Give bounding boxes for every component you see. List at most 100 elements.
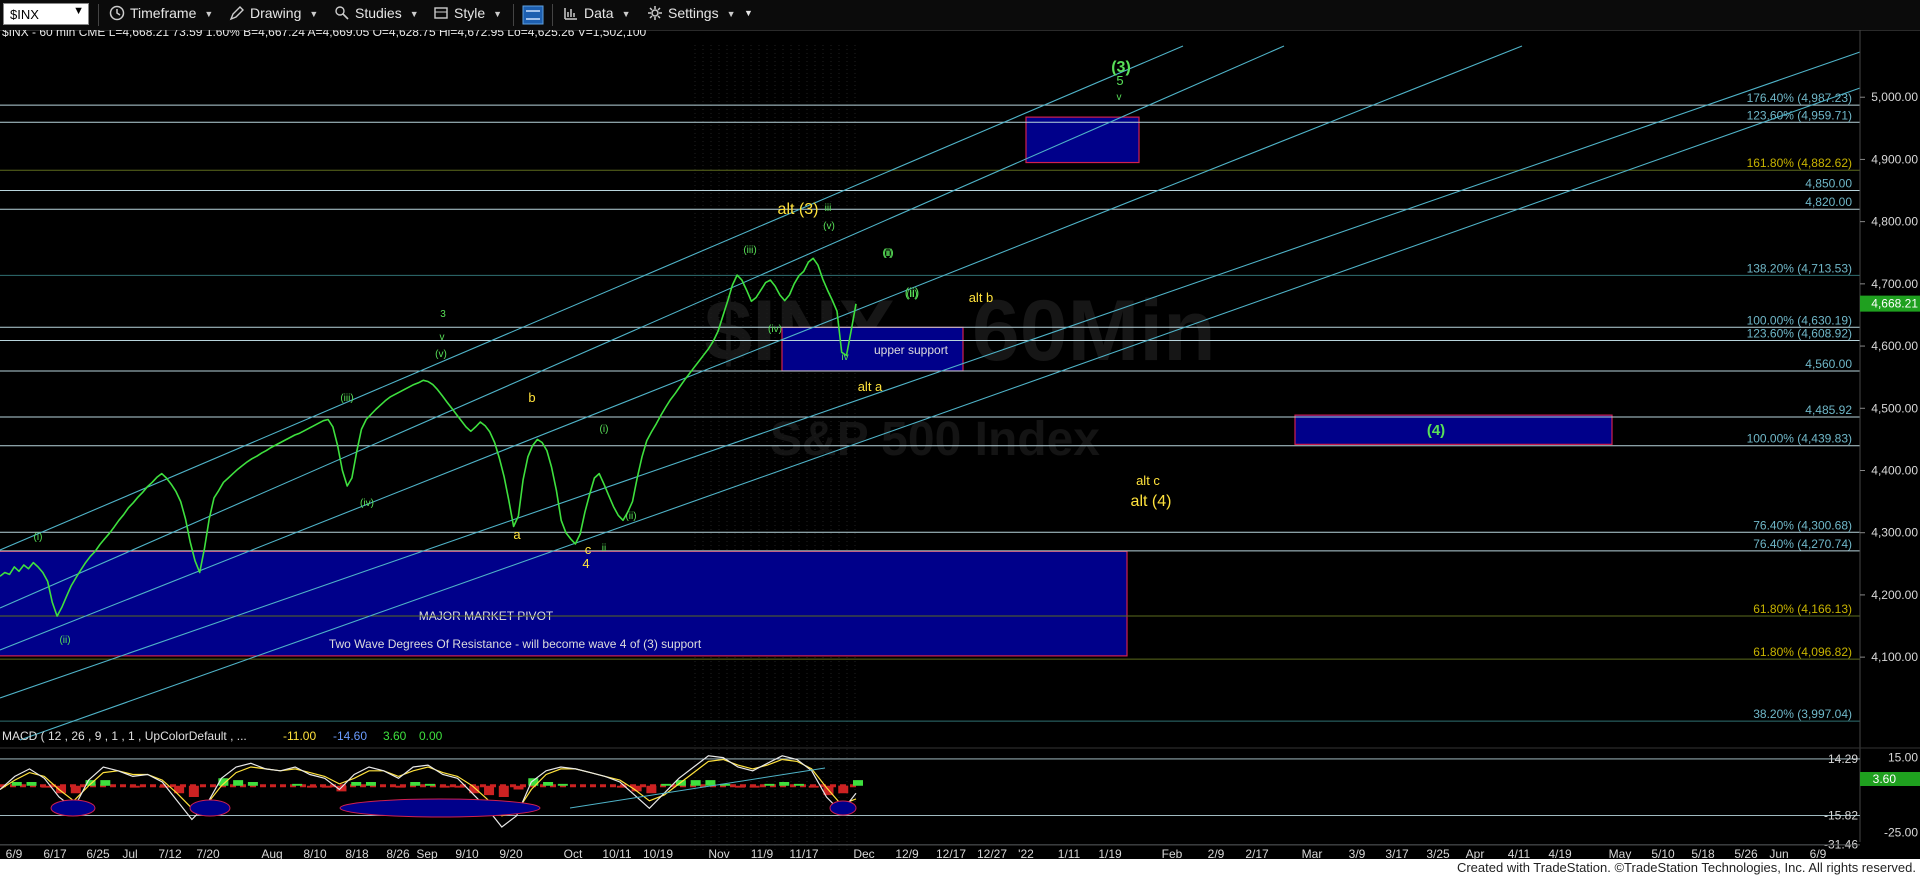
macd-histogram-bar-52: [764, 783, 775, 786]
time-axis-tick-19: Dec: [853, 847, 874, 859]
level-label-2: 161.80% (4,882.62): [1747, 156, 1852, 170]
wave-label-green-18: (ii): [625, 511, 636, 522]
time-axis-tick-36: May: [1609, 847, 1632, 859]
studies-menu[interactable]: Studies ▼: [333, 5, 419, 25]
data-menu[interactable]: Data ▼: [562, 5, 631, 25]
toolbar-separator: [552, 4, 553, 26]
wave-label-green-20: (ii): [882, 248, 893, 259]
time-axis-tick-40: Jun: [1769, 847, 1788, 859]
time-axis-tick-20: 12/9: [895, 847, 919, 859]
macd-histogram-bar-30: [439, 785, 450, 788]
level-label-3: 4,850.00: [1805, 177, 1852, 191]
price-axis-tick-1: 4,900.00: [1871, 152, 1918, 166]
macd-last-value: 3.60: [1873, 772, 1897, 786]
wave-label-green-16: (ii): [59, 635, 70, 646]
target-box-3: [1025, 116, 1140, 164]
macd-readout-0: -11.00: [283, 729, 316, 743]
macd-histogram-bar-7: [100, 780, 111, 786]
macd-histogram-bar-44: [646, 785, 657, 794]
chart-area[interactable]: $INX - 60 min CME L=4,668.21 73.59 1.60%…: [0, 30, 1920, 859]
time-axis-tick-15: 10/19: [643, 847, 673, 859]
macd-histogram-bar-34: [498, 785, 509, 797]
level-label-8: 4,560.00: [1805, 357, 1852, 371]
level-label-13: 61.80% (4,166.13): [1753, 602, 1852, 616]
level-label-1: 123.60% (4,959.71): [1747, 108, 1852, 122]
footer-copyright: Created with TradeStation. ©TradeStation…: [1456, 860, 1916, 875]
settings-menu[interactable]: Settings ▼: [646, 5, 736, 25]
layout-button[interactable]: [522, 5, 548, 25]
time-axis-tick-39: 5/26: [1734, 847, 1758, 859]
timeframe-label: Timeframe: [130, 5, 197, 21]
wave-label-green-3: iii: [825, 203, 832, 214]
level-label-9: 4,485.92: [1805, 403, 1852, 417]
macd-histogram-bar-33: [484, 785, 495, 796]
symbol-text: $INX: [10, 7, 39, 22]
macd-histogram-bar-47: [690, 780, 701, 786]
macd-divergence-oval-0: [50, 799, 96, 817]
wave-label-green-14: (iv): [360, 498, 374, 509]
gear-icon: [648, 6, 662, 20]
chevron-down-icon: ▼: [493, 9, 503, 19]
chevron-down-icon: ▼: [204, 9, 214, 19]
macd-histogram-bar-4: [56, 785, 67, 794]
timeframe-menu[interactable]: Timeframe ▼: [108, 5, 213, 25]
style-label: Style: [454, 5, 486, 21]
chevron-down-icon[interactable]: ▼: [73, 5, 84, 17]
macd-histogram-bar-21: [306, 785, 317, 788]
time-axis-tick-1: 6/17: [43, 847, 67, 859]
macd-histogram-bar-37: [543, 782, 554, 786]
time-axis-tick-30: 3/9: [1349, 847, 1366, 859]
wave-label-green-19: ii: [602, 543, 606, 554]
clock-icon: [109, 5, 125, 21]
wave-label-green-7: iv: [841, 352, 848, 363]
time-axis-tick-6: Aug: [261, 847, 282, 859]
price-axis-tick-4: 4,600.00: [1871, 339, 1918, 353]
style-menu[interactable]: Style ▼: [432, 5, 502, 25]
macd-readout-2: 3.60: [383, 729, 407, 743]
macd-histogram-bar-58: [853, 780, 863, 786]
macd-histogram-bar-13: [188, 785, 199, 797]
macd-histogram-bar-31: [454, 785, 465, 788]
price-axis-tick-6: 4,400.00: [1871, 463, 1918, 477]
level-label-5: 138.20% (4,713.53): [1747, 261, 1852, 275]
wave-label-yellow-8: 4: [582, 556, 589, 571]
macd-histogram-bar-17: [247, 782, 258, 786]
symbol-input[interactable]: $INX ▼: [3, 3, 89, 25]
macd-divergence-oval-1: [189, 799, 231, 817]
time-axis-tick-33: Apr: [1466, 847, 1485, 859]
macd-histogram-bar-45: [661, 783, 672, 786]
wave-label-green-1: 5: [1116, 73, 1123, 88]
wave-label-green-5: (iii): [743, 245, 756, 256]
macd-histogram-bar-9: [129, 785, 140, 788]
bar-chart-icon: [564, 8, 577, 20]
wave-label-yellow-7: c: [585, 542, 592, 557]
wave-label-green-2: v: [1117, 92, 1122, 103]
style-icon: [434, 7, 448, 19]
toolbar-separator: [98, 4, 99, 26]
time-axis-tick-23: '22: [1018, 847, 1034, 859]
time-axis-tick-10: Sep: [416, 847, 438, 859]
macd-histogram-bar-27: [395, 785, 406, 788]
data-label: Data: [584, 5, 614, 21]
macd-readout-1: -14.60: [333, 729, 367, 743]
macd-histogram-bar-51: [749, 785, 760, 788]
wave-label-green-17: (i): [600, 424, 609, 435]
level-label-15: 38.20% (3,997.04): [1753, 707, 1852, 721]
time-axis-tick-13: Oct: [564, 847, 583, 859]
time-axis-tick-21: 12/17: [936, 847, 966, 859]
toolbar-overflow-icon[interactable]: ▼: [744, 8, 753, 28]
price-axis-tick-7: 4,300.00: [1871, 526, 1918, 540]
macd-divergence-oval-3: [829, 800, 857, 816]
macd-histogram-bar-38: [557, 783, 568, 786]
time-axis-tick-14: 10/11: [602, 847, 631, 859]
time-axis-tick-8: 8/18: [345, 847, 369, 859]
drawing-menu[interactable]: Drawing ▼: [228, 5, 318, 25]
wave-label-yellow-5: a: [513, 527, 521, 542]
wave-label-yellow-6: b: [528, 390, 535, 405]
time-axis-tick-11: 9/10: [455, 847, 479, 859]
macd-histogram-bar-29: [425, 783, 435, 786]
chart-watermark-subtitle: S&P 500 Index: [770, 413, 1100, 466]
chevron-down-icon: ▼: [409, 9, 419, 19]
time-axis-tick-0: 6/9: [6, 847, 23, 859]
time-axis-tick-31: 3/17: [1385, 847, 1409, 859]
